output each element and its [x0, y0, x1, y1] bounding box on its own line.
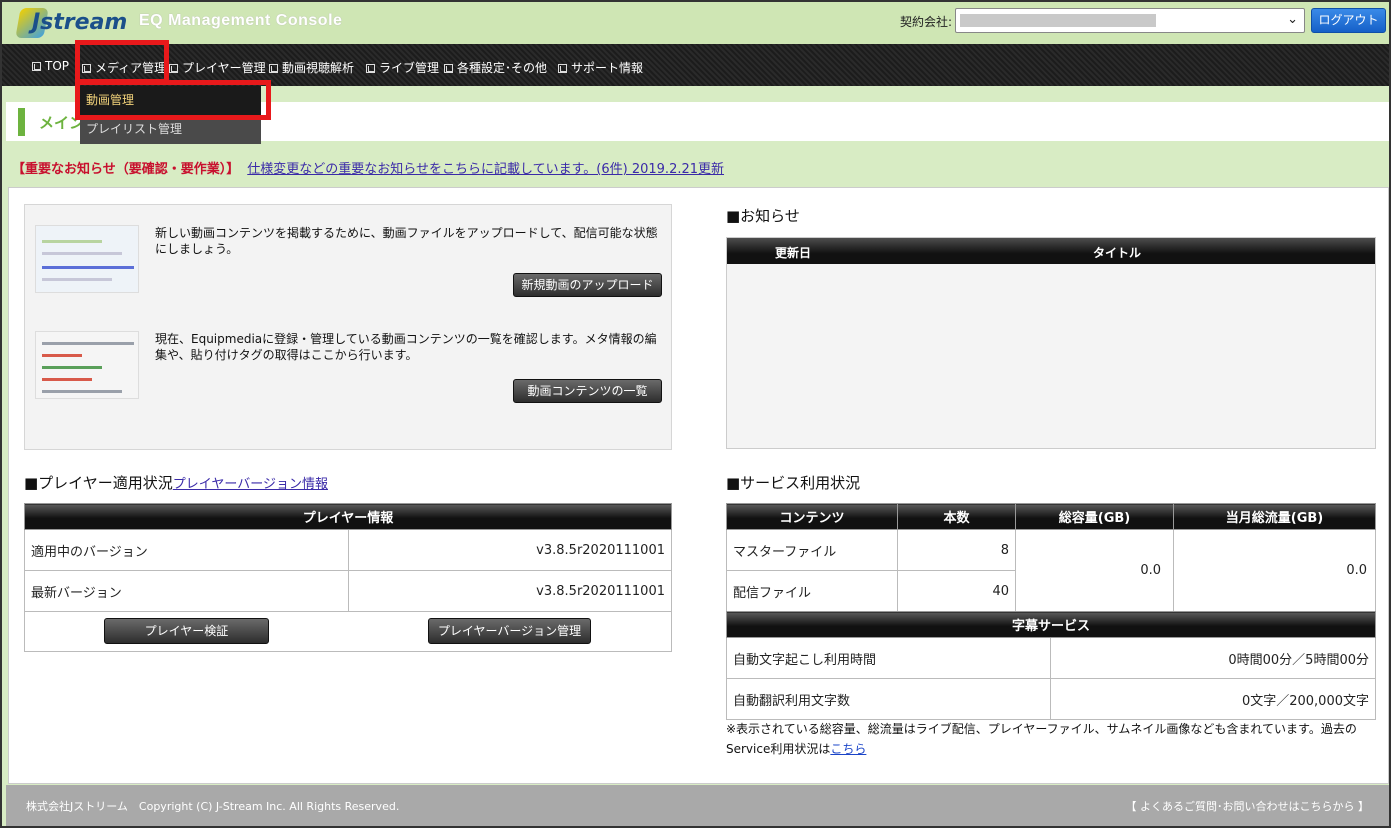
row-label: 自動文字起こし利用時間 — [726, 637, 1051, 679]
col-updated-date: 更新日 — [775, 246, 812, 260]
thumb-line — [42, 366, 102, 369]
notice-link[interactable]: 仕様変更などの重要なお知らせをこちらに記載しています。(6件) 2019.2.2… — [247, 162, 724, 177]
checkbox-icon — [269, 64, 278, 73]
row-count: 8 — [897, 529, 1016, 571]
logout-button[interactable]: ログアウト — [1311, 8, 1386, 33]
thumb-line — [42, 240, 102, 243]
nav-item-player[interactable]: プレイヤー管理 — [169, 59, 266, 76]
checkbox-icon — [558, 64, 567, 73]
row-label: 配信ファイル — [726, 570, 898, 612]
monthly-traffic-value: 0.0 — [1173, 529, 1376, 612]
highlight-box-video-management — [75, 80, 271, 120]
player-heading-text: ■プレイヤー適用状況 — [24, 474, 173, 492]
col-count: 本数 — [897, 503, 1016, 530]
upload-thumbnail — [35, 225, 139, 293]
nav-label: TOP — [45, 59, 70, 73]
nav-item-top[interactable]: TOP — [32, 59, 69, 73]
news-heading: ■お知らせ — [726, 207, 800, 225]
note-text: ※表示されている総容量、総流量はライブ配信、プレイヤーファイル、サムネイル画像な… — [726, 722, 1357, 756]
player-info-header: プレイヤー情報 — [24, 503, 672, 530]
table-row: 最新バージョン v3.8.5r2020111001 — [24, 570, 672, 612]
row-label: 適用中のバージョン — [24, 529, 349, 571]
contract-label: 契約会社: — [900, 15, 953, 29]
contents-description: 現在、Equipmediaに登録・管理している動画コンテンツの一覧を確認します。… — [155, 332, 657, 362]
table-row: 適用中のバージョン v3.8.5r2020111001 — [24, 529, 672, 571]
upload-description: 新しい動画コンテンツを掲載するために、動画ファイルをアップロードして、配信可能な… — [155, 226, 658, 256]
faq-contact-link[interactable]: 【 よくあるご質問･お問い合わせはこちらから 】 — [1126, 798, 1370, 814]
table-row: マスターファイル 8 0.0 0.0 — [726, 529, 1376, 612]
row-label: 自動翻訳利用文字数 — [726, 678, 1051, 720]
video-contents-list-button[interactable]: 動画コンテンツの一覧 — [513, 379, 662, 403]
thumb-line — [42, 266, 134, 269]
app-frame: Jstream EQ Management Console 契約会社: ⌄ ログ… — [0, 0, 1391, 828]
service-usage-table: コンテンツ 本数 総容量(GB) 当月総流量(GB) マスターファイル 8 0.… — [726, 503, 1376, 612]
checkbox-icon — [444, 64, 453, 73]
subtitle-service-header: 字幕サービス — [726, 611, 1376, 638]
nav-label: プレイヤー管理 — [182, 61, 266, 75]
news-table-header: 更新日 タイトル — [727, 238, 1375, 264]
console-title: EQ Management Console — [139, 12, 343, 29]
nav-label: サポート情報 — [571, 61, 644, 75]
nav-label: ライブ管理 — [379, 61, 440, 75]
contents-thumbnail — [35, 331, 139, 399]
header: Jstream EQ Management Console 契約会社: ⌄ ログ… — [2, 2, 1389, 44]
title-accent-bar — [18, 108, 25, 136]
row-label: マスターファイル — [726, 529, 898, 571]
thumb-line — [42, 252, 122, 255]
checkbox-icon — [366, 64, 375, 73]
thumb-line — [42, 342, 134, 345]
main-panel: 新しい動画コンテンツを掲載するために、動画ファイルをアップロードして、配信可能な… — [8, 187, 1389, 784]
past-usage-link[interactable]: こちら — [830, 742, 866, 756]
upload-video-button[interactable]: 新規動画のアップロード — [513, 273, 662, 297]
thumb-line — [42, 278, 112, 281]
chevron-down-icon: ⌄ — [1287, 12, 1298, 27]
nav-item-support[interactable]: サポート情報 — [558, 59, 643, 76]
total-capacity-value: 0.0 — [1015, 529, 1174, 612]
notice-label: 【重要なお知らせ（要確認・要作業）】 — [12, 162, 240, 177]
contract-select[interactable]: ⌄ — [955, 8, 1305, 33]
checkbox-icon — [32, 62, 41, 71]
jstream-logo[interactable]: Jstream — [15, 6, 127, 40]
player-status-heading: ■プレイヤー適用状況プレイヤーバージョン情報 — [24, 472, 328, 493]
row-value: v3.8.5r2020111001 — [348, 529, 672, 571]
important-notice: 【重要なお知らせ（要確認・要作業）】 仕様変更などの重要なお知らせをこちらに記載し… — [12, 158, 724, 177]
subtitle-service-table: 字幕サービス 自動文字起こし利用時間 0時間00分／5時間00分 自動翻訳利用文… — [726, 611, 1376, 720]
nav-item-analytics[interactable]: 動画視聴解析 — [269, 59, 354, 76]
nav-label: 各種設定･その他 — [457, 61, 548, 75]
logo-text: Jstream — [32, 10, 128, 35]
usage-note: ※表示されている総容量、総流量はライブ配信、プレイヤーファイル、サムネイル画像な… — [726, 719, 1376, 759]
col-monthly-traffic: 当月総流量(GB) — [1173, 503, 1376, 530]
copyright-text: 株式会社Jストリーム Copyright (C) J-Stream Inc. A… — [26, 800, 400, 813]
service-status-heading: ■サービス利用状況 — [726, 474, 861, 492]
thumb-line — [42, 354, 82, 357]
thumb-line — [42, 378, 92, 381]
nav-item-settings[interactable]: 各種設定･その他 — [444, 59, 547, 76]
col-contents: コンテンツ — [726, 503, 898, 530]
nav-label: 動画視聴解析 — [282, 61, 355, 75]
player-version-manage-button[interactable]: プレイヤーバージョン管理 — [428, 618, 591, 644]
highlight-box-media — [75, 40, 169, 84]
footer: 株式会社Jストリーム Copyright (C) J-Stream Inc. A… — [6, 785, 1389, 826]
thumb-line — [42, 390, 122, 393]
row-value: v3.8.5r2020111001 — [348, 570, 672, 612]
redacted-company-name — [960, 14, 1156, 27]
row-count: 40 — [897, 570, 1016, 612]
col-total-capacity: 総容量(GB) — [1015, 503, 1174, 530]
nav-item-live[interactable]: ライブ管理 — [366, 59, 439, 76]
player-verify-button[interactable]: プレイヤー検証 — [104, 618, 269, 644]
row-value: 0時間00分／5時間00分 — [1050, 637, 1376, 679]
row-value: 0文字／200,000文字 — [1050, 678, 1376, 720]
table-row: 自動文字起こし利用時間 0時間00分／5時間00分 — [726, 637, 1376, 679]
col-title: タイトル — [1093, 246, 1142, 260]
checkbox-icon — [169, 64, 178, 73]
player-version-info-link[interactable]: プレイヤーバージョン情報 — [173, 477, 328, 492]
table-row: 自動翻訳利用文字数 0文字／200,000文字 — [726, 678, 1376, 720]
row-label: 最新バージョン — [24, 570, 349, 612]
news-table: 更新日 タイトル — [726, 237, 1376, 449]
media-actions-box: 新しい動画コンテンツを掲載するために、動画ファイルをアップロードして、配信可能な… — [24, 204, 672, 450]
